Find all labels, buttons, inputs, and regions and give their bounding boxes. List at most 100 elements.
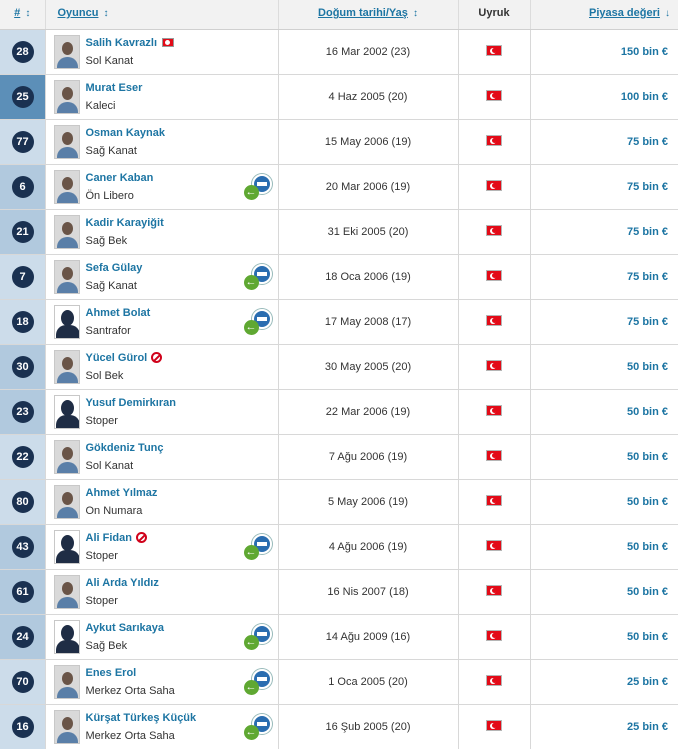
player-name-link[interactable]: Yücel Gürol: [86, 349, 163, 367]
player-header-label: Oyuncu: [57, 7, 99, 19]
player-name[interactable]: Aykut Sarıkaya: [86, 619, 164, 637]
turkey-flag-icon[interactable]: [486, 179, 502, 191]
player-photo-placeholder[interactable]: [53, 394, 80, 429]
loan-return-icon[interactable]: ←: [243, 263, 272, 290]
loan-return-icon[interactable]: ←: [243, 173, 272, 200]
nationality-cell: [458, 524, 531, 570]
turkey-flag-icon[interactable]: [486, 584, 502, 596]
player-name-link[interactable]: Ahmet Bolat: [86, 304, 151, 322]
market-value-link[interactable]: 50 bin €: [530, 614, 678, 660]
player-name-link[interactable]: Ali Fidan: [86, 529, 147, 547]
player-name-link[interactable]: Kürşat Türkeş Küçük: [86, 709, 197, 727]
player-name[interactable]: Ahmet Bolat: [86, 304, 151, 322]
player-cell: Kadir Karayiğit Sağ Bek: [45, 209, 279, 255]
player-name[interactable]: Ahmet Yılmaz: [86, 484, 158, 502]
player-photo[interactable]: [53, 439, 80, 474]
turkey-flag-icon[interactable]: [486, 449, 502, 461]
loan-return-icon[interactable]: ←: [243, 308, 272, 335]
player-photo[interactable]: [53, 259, 80, 294]
player-photo[interactable]: [53, 124, 80, 159]
turkey-flag-icon[interactable]: [486, 539, 502, 551]
player-position: Sağ Kanat: [85, 279, 137, 292]
table-header-row: # ↕ Oyuncu ↕ Doğum tarihi/Yaş ↕ Uyruk Pi…: [0, 0, 678, 30]
market-value-link[interactable]: 50 bin €: [530, 524, 678, 570]
market-value-link[interactable]: 75 bin €: [530, 119, 678, 165]
player-name-link[interactable]: Murat Eser: [86, 79, 143, 97]
player-name[interactable]: Enes Erol: [86, 664, 137, 682]
loan-return-icon[interactable]: ←: [243, 713, 272, 740]
player-name-link[interactable]: Gökdeniz Tunç: [86, 439, 164, 457]
player-name-link[interactable]: Salih Kavrazlı: [86, 34, 175, 52]
player-name-link[interactable]: Caner Kaban: [86, 169, 154, 187]
turkey-flag-icon[interactable]: [486, 404, 502, 416]
player-name[interactable]: Kürşat Türkeş Küçük: [86, 709, 197, 727]
player-name[interactable]: Murat Eser: [86, 79, 143, 97]
player-name-link[interactable]: Enes Erol: [86, 664, 175, 682]
player-name[interactable]: Salih Kavrazlı: [86, 34, 158, 52]
market-value-link[interactable]: 50 bin €: [530, 389, 678, 435]
player-name-link[interactable]: Sefa Gülay: [86, 259, 143, 277]
sort-value-header[interactable]: Piyasa değeri ↓: [530, 0, 678, 30]
player-name-link[interactable]: Kadir Karayiğit: [86, 214, 164, 232]
turkey-flag-icon[interactable]: [486, 494, 502, 506]
sort-number-header[interactable]: # ↕: [0, 0, 46, 30]
player-name[interactable]: Sefa Gülay: [86, 259, 143, 277]
player-photo[interactable]: [53, 484, 80, 519]
player-photo-placeholder[interactable]: [53, 304, 80, 339]
market-value-link[interactable]: 50 bin €: [530, 434, 678, 480]
player-name[interactable]: Yusuf Demirkıran: [86, 394, 176, 412]
table-row: 23 Yusuf Demirkıran Stoper 22 Mar 2006 (19)…: [0, 389, 678, 435]
market-value-link[interactable]: 150 bin €: [530, 29, 678, 75]
player-photo-placeholder[interactable]: [53, 619, 80, 654]
market-value-link[interactable]: 25 bin €: [530, 704, 678, 749]
turkey-flag-icon[interactable]: [486, 359, 502, 371]
player-name-link[interactable]: Osman Kaynak: [86, 124, 165, 142]
birth-date-age: 1 Oca 2005 (20): [278, 659, 459, 705]
market-value-link[interactable]: 75 bin €: [530, 299, 678, 345]
sort-dob-header[interactable]: Doğum tarihi/Yaş ↕: [278, 0, 459, 30]
player-name[interactable]: Caner Kaban: [86, 169, 154, 187]
market-value-link[interactable]: 75 bin €: [530, 209, 678, 255]
turkey-flag-icon[interactable]: [486, 224, 502, 236]
player-photo[interactable]: [53, 169, 80, 204]
turkey-flag-icon[interactable]: [486, 134, 502, 146]
player-photo[interactable]: [53, 214, 80, 249]
loan-return-icon[interactable]: ←: [243, 668, 272, 695]
player-name-link[interactable]: Ahmet Yılmaz: [86, 484, 158, 502]
player-name-link[interactable]: Aykut Sarıkaya: [86, 619, 164, 637]
sort-player-header[interactable]: Oyuncu ↕: [45, 0, 279, 30]
player-photo[interactable]: [53, 34, 80, 69]
market-value-link[interactable]: 100 bin €: [530, 74, 678, 120]
loan-return-icon[interactable]: ←: [243, 533, 272, 560]
player-name[interactable]: Gökdeniz Tunç: [86, 439, 164, 457]
player-name-link[interactable]: Yusuf Demirkıran: [86, 394, 176, 412]
player-name[interactable]: Ali Fidan: [86, 529, 132, 547]
shirt-number-cell: 6: [0, 164, 46, 210]
turkey-flag-icon[interactable]: [486, 314, 502, 326]
market-value-link[interactable]: 25 bin €: [530, 659, 678, 705]
player-photo[interactable]: [53, 79, 80, 114]
player-name[interactable]: Ali Arda Yıldız: [86, 574, 159, 592]
player-photo[interactable]: [53, 574, 80, 609]
turkey-flag-icon[interactable]: [486, 89, 502, 101]
player-name-link[interactable]: Ali Arda Yıldız: [86, 574, 159, 592]
player-photo-placeholder[interactable]: [53, 529, 80, 564]
turkey-flag-icon[interactable]: [486, 269, 502, 281]
player-photo[interactable]: [53, 709, 80, 744]
player-position: Sağ Kanat: [85, 144, 137, 157]
turkey-flag-icon[interactable]: [486, 674, 502, 686]
turkey-flag-icon[interactable]: [486, 719, 502, 731]
loan-return-icon[interactable]: ←: [243, 623, 272, 650]
market-value-link[interactable]: 50 bin €: [530, 569, 678, 615]
player-photo[interactable]: [53, 349, 80, 384]
turkey-flag-icon[interactable]: [486, 629, 502, 641]
market-value-link[interactable]: 50 bin €: [530, 479, 678, 525]
market-value-link[interactable]: 75 bin €: [530, 254, 678, 300]
turkey-flag-icon[interactable]: [486, 44, 502, 56]
player-name[interactable]: Yücel Gürol: [86, 349, 148, 367]
market-value-link[interactable]: 75 bin €: [530, 164, 678, 210]
player-name[interactable]: Osman Kaynak: [86, 124, 165, 142]
player-photo[interactable]: [53, 664, 80, 699]
player-name[interactable]: Kadir Karayiğit: [86, 214, 164, 232]
market-value-link[interactable]: 50 bin €: [530, 344, 678, 390]
